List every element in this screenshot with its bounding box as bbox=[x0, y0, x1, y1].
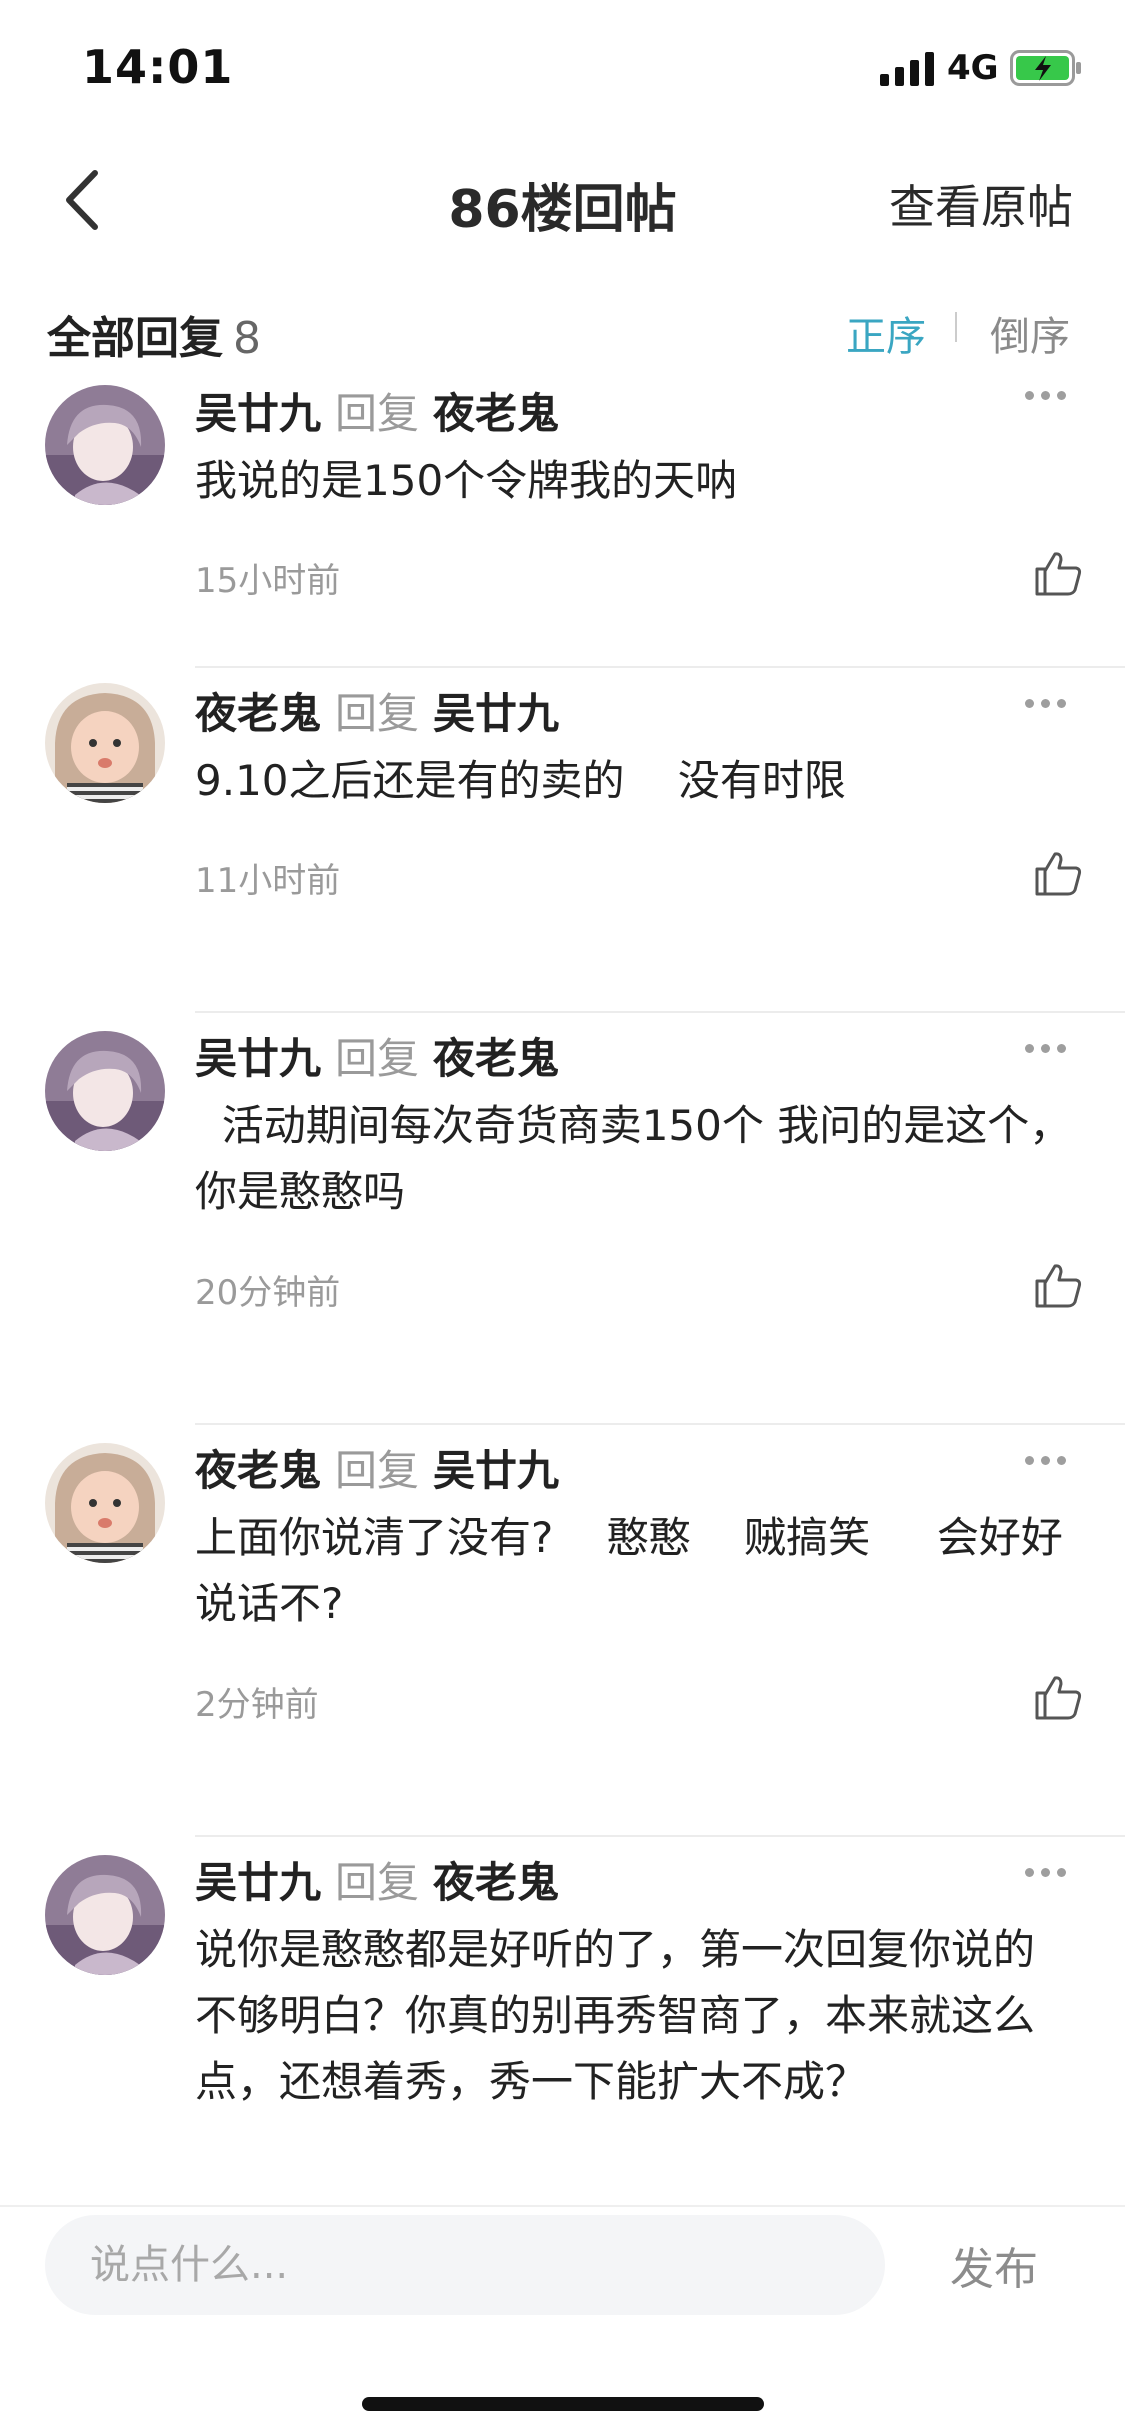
comment-header: 夜老鬼 回复 吴廿九 bbox=[195, 680, 559, 741]
reply-word: 回复 bbox=[335, 1858, 420, 1907]
comment-header: 吴廿九 回复 夜老鬼 bbox=[195, 1025, 559, 1086]
network-type: 4G bbox=[947, 48, 999, 88]
more-options-button[interactable] bbox=[1025, 693, 1075, 713]
comment-author[interactable]: 夜老鬼 bbox=[195, 689, 321, 738]
comment-author[interactable]: 吴廿九 bbox=[195, 1858, 321, 1907]
reply-target[interactable]: 夜老鬼 bbox=[433, 1034, 559, 1083]
comment-item: 吴廿九 回复 夜老鬼 说你是憨憨都是好听的了，第一次回复你说的不够明白？你真的别再秀… bbox=[0, 1837, 1125, 2205]
more-options-button[interactable] bbox=[1025, 1450, 1075, 1470]
sort-ascending-tab[interactable]: 正序 bbox=[846, 304, 926, 362]
comment-item: 夜老鬼 回复 吴廿九 上面你说清了没有? 憨憨 贼搞笑 会好好说话不? 2分钟前 bbox=[0, 1425, 1125, 1837]
comment-header: 吴廿九 回复 夜老鬼 bbox=[195, 380, 559, 441]
reply-count: 8 bbox=[233, 313, 261, 364]
comment-input[interactable] bbox=[45, 2215, 885, 2315]
more-options-button[interactable] bbox=[1025, 1862, 1075, 1882]
avatar[interactable] bbox=[45, 1443, 165, 1563]
thumbs-up-icon[interactable] bbox=[1033, 1260, 1083, 1310]
more-options-button[interactable] bbox=[1025, 385, 1075, 405]
thumbs-up-icon[interactable] bbox=[1033, 548, 1083, 598]
thumbs-up-icon[interactable] bbox=[1033, 848, 1083, 898]
reply-word: 回复 bbox=[335, 389, 420, 438]
comment-author[interactable]: 吴廿九 bbox=[195, 1034, 321, 1083]
status-time: 14:01 bbox=[82, 40, 234, 94]
comment-text: 活动期间每次奇货商卖150个 我问的是这个，你是憨憨吗 bbox=[195, 1101, 1072, 1216]
comment-time: 11小时前 bbox=[195, 861, 341, 901]
avatar[interactable] bbox=[45, 1031, 165, 1151]
reply-word: 回复 bbox=[335, 1446, 420, 1495]
reply-word: 回复 bbox=[335, 1034, 420, 1083]
navigation-bar: 86楼回帖 查看原帖 bbox=[0, 135, 1125, 265]
reply-target[interactable]: 吴廿九 bbox=[433, 1446, 559, 1495]
comment-input-bar: 发布 bbox=[0, 2205, 1125, 2436]
comment-time: 15小时前 bbox=[195, 561, 341, 601]
comment-author[interactable]: 夜老鬼 bbox=[195, 1446, 321, 1495]
back-button[interactable] bbox=[55, 165, 115, 235]
comment-text: 说你是憨憨都是好听的了，第一次回复你说的不够明白？你真的别再秀智商了，本来就这么… bbox=[195, 1925, 1036, 2106]
reply-thread-page: 14:01 4G 86楼回帖 查看原帖 全部回复 8 正序 倒序 吴廿九 回复 … bbox=[0, 0, 1125, 2436]
view-original-post-button[interactable]: 查看原帖 bbox=[889, 171, 1073, 237]
anime-boy-avatar-icon bbox=[45, 385, 165, 505]
anime-boy-avatar-icon bbox=[45, 1031, 165, 1151]
more-options-button[interactable] bbox=[1025, 1038, 1075, 1058]
sort-divider bbox=[955, 312, 957, 342]
toddler-avatar-icon bbox=[45, 683, 165, 803]
comment-time: 20分钟前 bbox=[195, 1273, 341, 1313]
comment-list[interactable]: 吴廿九 回复 夜老鬼 我说的是150个令牌我的天呐 15小时前 夜老鬼 回复 吴… bbox=[0, 370, 1125, 2205]
chevron-left-icon bbox=[66, 170, 98, 230]
signal-strength-icon bbox=[880, 52, 934, 86]
all-replies-title: 全部回复 8 bbox=[47, 302, 261, 366]
comment-author[interactable]: 吴廿九 bbox=[195, 389, 321, 438]
publish-button[interactable]: 发布 bbox=[950, 2233, 1038, 2297]
avatar[interactable] bbox=[45, 683, 165, 803]
battery-charging-icon bbox=[1010, 50, 1081, 86]
reply-target[interactable]: 吴廿九 bbox=[433, 689, 559, 738]
comment-time: 2分钟前 bbox=[195, 1685, 319, 1725]
reply-word: 回复 bbox=[335, 689, 420, 738]
reply-target[interactable]: 夜老鬼 bbox=[433, 389, 559, 438]
comment-text: 9.10之后还是有的卖的 没有时限 bbox=[195, 756, 846, 805]
toddler-avatar-icon bbox=[45, 1443, 165, 1563]
avatar[interactable] bbox=[45, 1855, 165, 1975]
comment-text: 我说的是150个令牌我的天呐 bbox=[195, 456, 738, 505]
comment-item: 吴廿九 回复 夜老鬼 活动期间每次奇货商卖150个 我问的是这个，你是憨憨吗 20分… bbox=[0, 1013, 1125, 1425]
avatar[interactable] bbox=[45, 385, 165, 505]
status-bar: 14:01 4G bbox=[0, 0, 1125, 135]
home-indicator[interactable] bbox=[362, 2397, 764, 2411]
all-replies-label: 全部回复 bbox=[47, 313, 223, 364]
anime-boy-avatar-icon bbox=[45, 1855, 165, 1975]
replies-header: 全部回复 8 正序 倒序 bbox=[0, 290, 1125, 370]
comment-header: 夜老鬼 回复 吴廿九 bbox=[195, 1437, 559, 1498]
comment-item: 夜老鬼 回复 吴廿九 9.10之后还是有的卖的 没有时限 11小时前 bbox=[0, 668, 1125, 1013]
sort-descending-tab[interactable]: 倒序 bbox=[990, 304, 1070, 362]
comment-text: 上面你说清了没有? 憨憨 贼搞笑 会好好说话不? bbox=[195, 1513, 1063, 1628]
thumbs-up-icon[interactable] bbox=[1033, 1672, 1083, 1722]
reply-target[interactable]: 夜老鬼 bbox=[433, 1858, 559, 1907]
comment-header: 吴廿九 回复 夜老鬼 bbox=[195, 1849, 559, 1910]
